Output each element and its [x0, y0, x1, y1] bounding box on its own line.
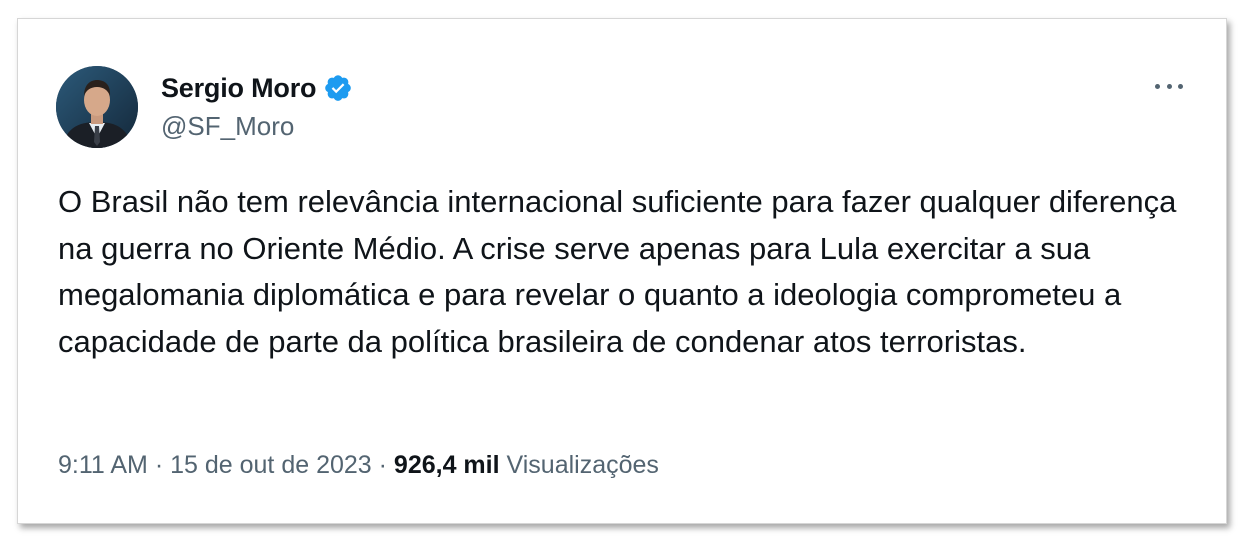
- author-display-name[interactable]: Sergio Moro: [161, 73, 317, 104]
- meta-separator: ·: [154, 451, 164, 479]
- meta-separator: ·: [378, 451, 387, 479]
- avatar[interactable]: [56, 66, 138, 148]
- tweet-meta: 9:11 AM · 15 de out de 2023 · 926,4 mil …: [58, 451, 659, 480]
- profile-photo: [56, 66, 138, 148]
- tweet-card: Sergio Moro @SF_Moro O Brasil não tem re…: [17, 18, 1227, 524]
- tweet-date[interactable]: 15 de out de 2023: [170, 451, 372, 479]
- author-name-row: Sergio Moro: [161, 71, 353, 105]
- tweet-time[interactable]: 9:11 AM: [58, 451, 148, 479]
- more-options-icon[interactable]: [1152, 75, 1186, 97]
- author-handle[interactable]: @SF_Moro: [161, 111, 294, 142]
- views-count: 926,4 mil: [393, 451, 500, 479]
- views-label[interactable]: Visualizações: [507, 451, 659, 479]
- verified-badge-icon[interactable]: [323, 73, 353, 103]
- tweet-text: O Brasil não tem relevância internaciona…: [58, 184, 1177, 359]
